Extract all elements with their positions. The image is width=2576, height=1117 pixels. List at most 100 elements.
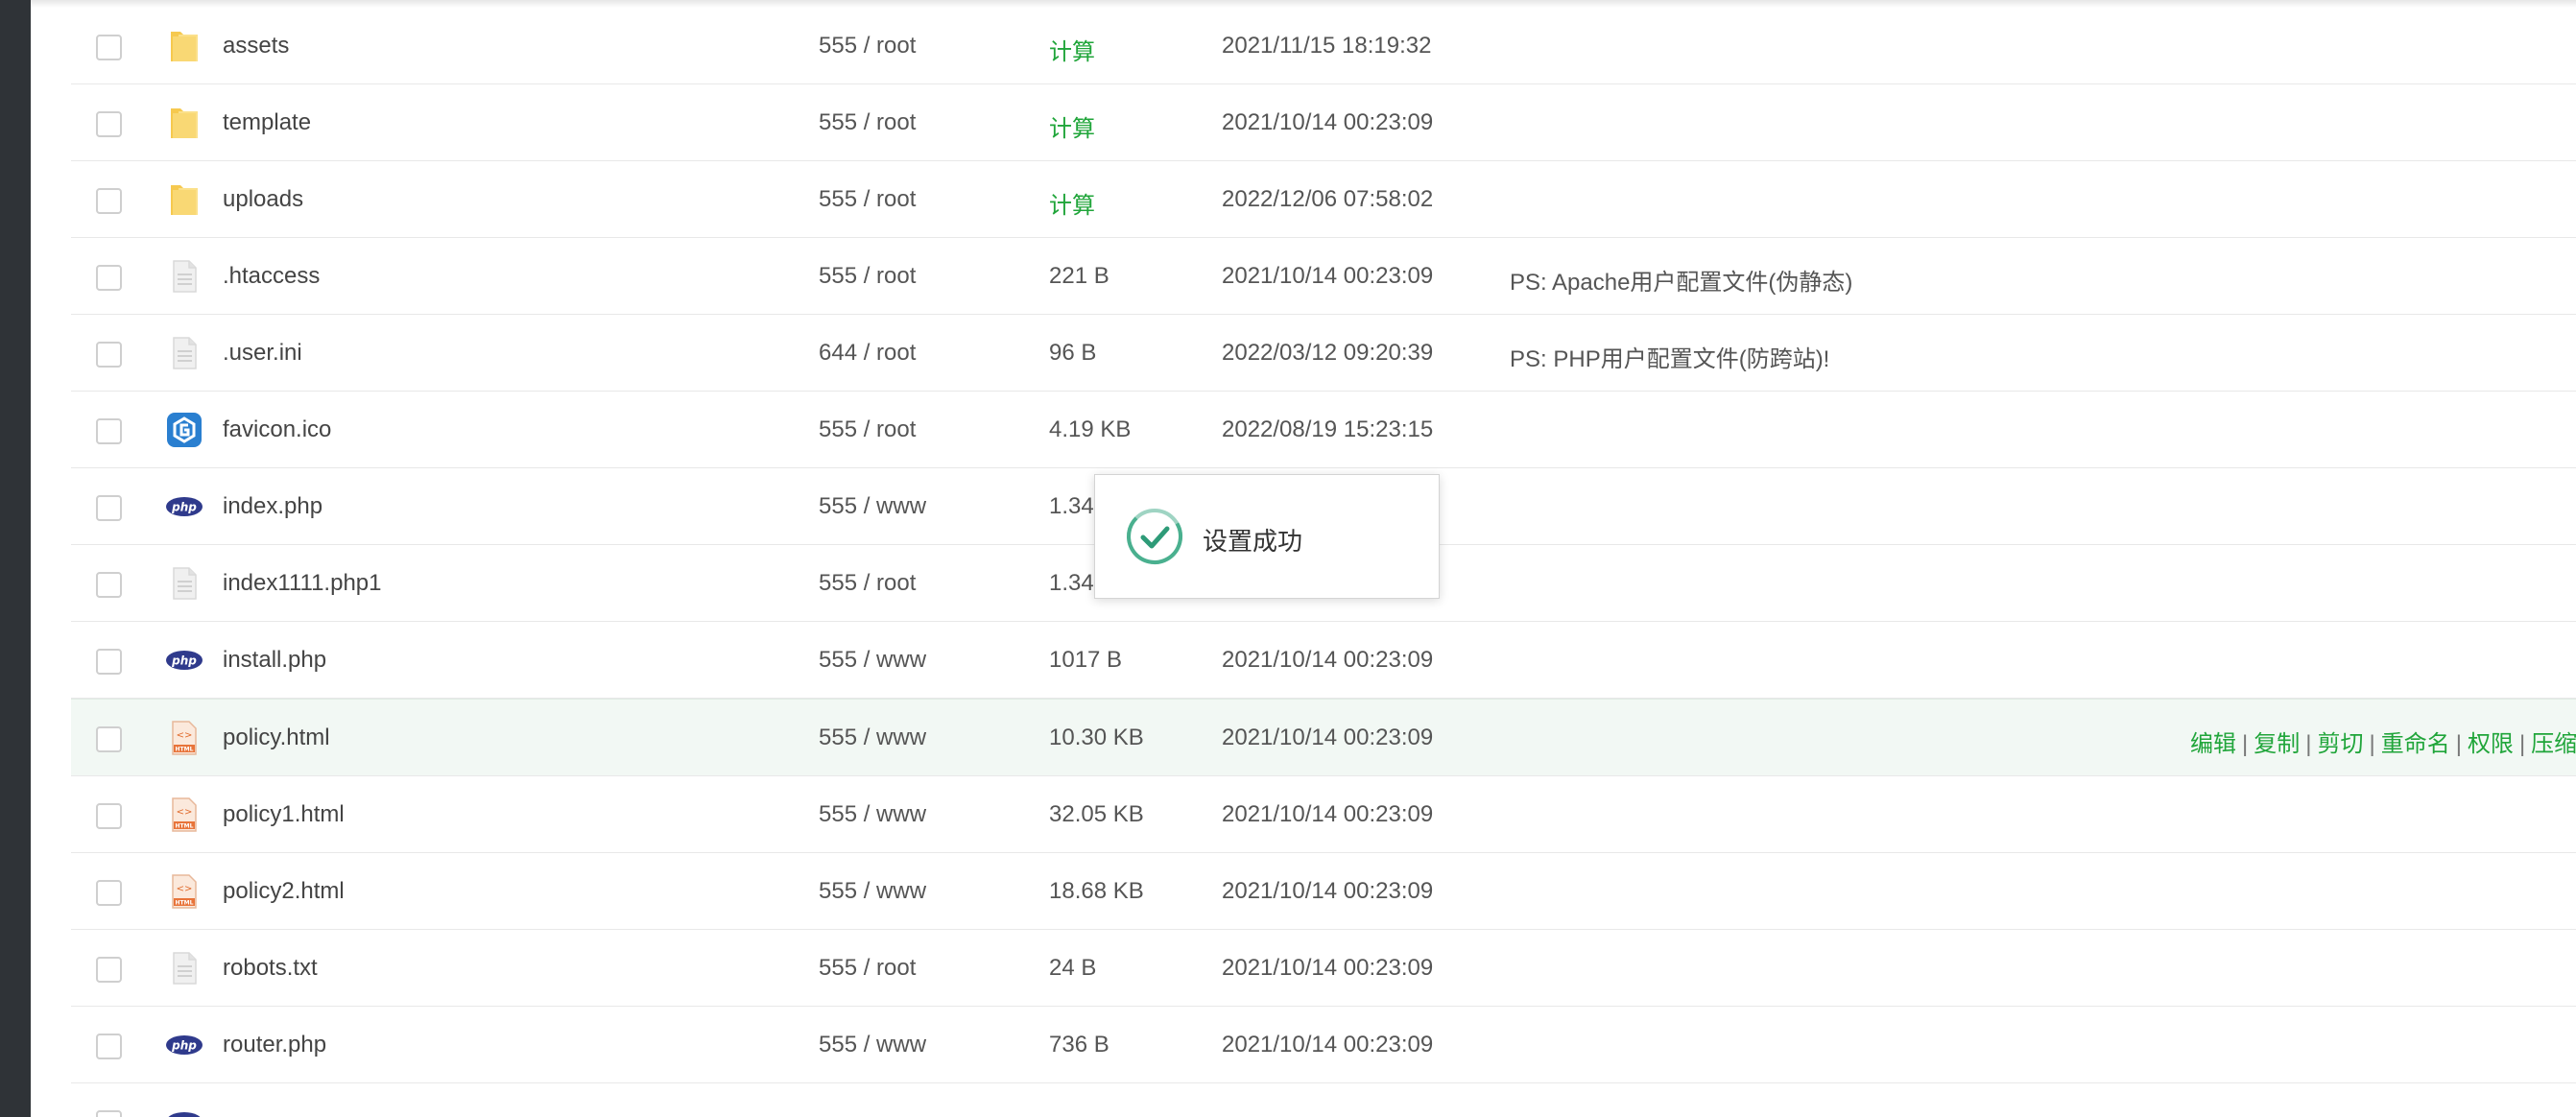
file-name[interactable]: .htaccess: [223, 263, 320, 290]
file-row[interactable]: <> HTML policy2.html 555 / www 18.68 KB 2021/…: [71, 853, 2576, 930]
file-name[interactable]: install.php: [223, 647, 326, 674]
file-permission[interactable]: 555 / www: [819, 1032, 926, 1058]
sidebar-edge: [0, 0, 31, 1117]
file-size: 221 B: [1049, 263, 1109, 289]
calculate-size-link[interactable]: 计算: [1049, 33, 1095, 66]
file-name[interactable]: robots.txt: [223, 955, 318, 982]
html-file-icon: <> HTML: [165, 719, 203, 757]
file-manager-screen: assets 555 / root 计算 2021/11/15 18:19:32 tem…: [0, 0, 2576, 1117]
file-modified-time: 2021/10/14 00:23:09: [1222, 725, 1434, 750]
file-modified-time: 2021/10/14 00:23:09: [1222, 878, 1434, 904]
row-checkbox[interactable]: [96, 803, 122, 829]
check-circle-icon: [1124, 506, 1185, 567]
file-row[interactable]: favicon.ico 555 / root 4.19 KB 2022/08/19 1…: [71, 392, 2576, 468]
file-permission[interactable]: 555 / root: [819, 955, 916, 982]
file-name[interactable]: .user.ini: [223, 340, 302, 367]
file-size: 1.34: [1049, 493, 1094, 519]
row-checkbox[interactable]: [96, 418, 122, 444]
row-actions: 编辑 | 复制 | 剪切 | 重命名 | 权限 | 压缩: [2190, 725, 2576, 758]
file-permission[interactable]: 555 / root: [819, 109, 916, 136]
row-checkbox[interactable]: [96, 188, 122, 214]
svg-text:<>: <>: [177, 807, 193, 818]
file-row[interactable]: uploads 555 / root 计算 2022/12/06 07:58:02: [71, 161, 2576, 238]
row-action-link[interactable]: 剪切: [2317, 731, 2363, 757]
file-modified-time: 2022/12/06 07:58:02: [1222, 186, 1434, 212]
file-size: 18.68 KB: [1049, 878, 1144, 904]
svg-text:HTML: HTML: [176, 747, 194, 753]
file-permission[interactable]: 555 / root: [819, 263, 916, 290]
file-permission[interactable]: 555 / www: [819, 878, 926, 905]
svg-text:php: php: [171, 1039, 197, 1053]
file-row[interactable]: php: [71, 1083, 2576, 1117]
action-separator: |: [2369, 731, 2375, 757]
row-checkbox[interactable]: [96, 35, 122, 60]
file-modified-time: 2021/10/14 00:23:09: [1222, 647, 1434, 673]
row-checkbox[interactable]: [96, 1110, 122, 1117]
file-row[interactable]: <> HTML policy1.html 555 / www 32.05 KB 2021/…: [71, 776, 2576, 853]
file-permission[interactable]: 555 / root: [819, 570, 916, 597]
file-permission[interactable]: 555 / root: [819, 33, 916, 59]
action-separator: |: [2518, 731, 2526, 757]
file-permission[interactable]: 555 / root: [819, 416, 916, 443]
file-modified-time: 2022/03/12 09:20:39: [1222, 340, 1434, 366]
file-row[interactable]: .user.ini 644 / root 96 B 2022/03/12 09:20:…: [71, 315, 2576, 392]
header-shadow: [31, 0, 2576, 8]
text-file-icon: [165, 257, 203, 296]
file-row[interactable]: php install.php 555 / www 1017 B 2021/10/14 …: [71, 622, 2576, 699]
html-file-icon: <> HTML: [165, 872, 203, 911]
file-name[interactable]: template: [223, 109, 311, 136]
file-permission[interactable]: 555 / www: [819, 725, 926, 751]
svg-text:<>: <>: [177, 884, 193, 894]
file-name[interactable]: policy1.html: [223, 801, 345, 828]
row-action-link[interactable]: 复制: [2254, 731, 2300, 757]
file-permission[interactable]: 555 / www: [819, 493, 926, 520]
row-checkbox[interactable]: [96, 957, 122, 983]
action-separator: |: [2305, 731, 2312, 757]
file-row[interactable]: robots.txt 555 / root 24 B 2021/10/14 00:23…: [71, 930, 2576, 1007]
row-action-link[interactable]: 权限: [2468, 731, 2514, 757]
file-permission[interactable]: 644 / root: [819, 340, 916, 367]
file-row[interactable]: <> HTML policy.html 555 / www 10.30 KB 2021/1…: [71, 699, 2576, 776]
file-name[interactable]: policy2.html: [223, 878, 345, 905]
text-file-icon: [165, 949, 203, 987]
file-row[interactable]: template 555 / root 计算 2021/10/14 00:23:09: [71, 84, 2576, 161]
file-name[interactable]: favicon.ico: [223, 416, 331, 443]
row-checkbox[interactable]: [96, 111, 122, 137]
row-action-link[interactable]: 编辑: [2190, 731, 2236, 757]
file-row[interactable]: assets 555 / root 计算 2021/11/15 18:19:32: [71, 8, 2576, 84]
file-size: 32.05 KB: [1049, 801, 1144, 827]
file-name[interactable]: index.php: [223, 493, 322, 520]
file-row[interactable]: php router.php 555 / www 736 B 2021/10/14 00…: [71, 1007, 2576, 1083]
calculate-size-link[interactable]: 计算: [1049, 109, 1095, 143]
svg-text:HTML: HTML: [176, 900, 194, 907]
file-permission[interactable]: 555 / www: [819, 801, 926, 828]
file-row[interactable]: .htaccess 555 / root 221 B 2021/10/14 00:23…: [71, 238, 2576, 315]
file-name[interactable]: index1111.php1: [223, 570, 381, 597]
row-checkbox[interactable]: [96, 880, 122, 906]
text-file-icon: [165, 564, 203, 603]
file-remark: PS: Apache用户配置文件(伪静态): [1510, 270, 1853, 296]
file-modified-time: 2021/11/15 18:19:32: [1222, 33, 1432, 59]
file-name[interactable]: assets: [223, 33, 289, 59]
row-checkbox[interactable]: [96, 265, 122, 291]
html-file-icon: <> HTML: [165, 796, 203, 834]
file-modified-time: 2021/10/14 00:23:09: [1222, 109, 1434, 135]
row-action-link[interactable]: 重命名: [2381, 731, 2450, 757]
calculate-size-link[interactable]: 计算: [1049, 186, 1095, 220]
row-checkbox[interactable]: [96, 495, 122, 521]
file-name[interactable]: router.php: [223, 1032, 326, 1058]
row-checkbox[interactable]: [96, 1034, 122, 1059]
php-file-icon: php: [165, 487, 203, 526]
row-action-link[interactable]: 压缩: [2531, 731, 2576, 757]
row-checkbox[interactable]: [96, 726, 122, 752]
row-checkbox[interactable]: [96, 342, 122, 368]
file-modified-time: 2021/10/14 00:23:09: [1222, 263, 1434, 289]
file-name[interactable]: uploads: [223, 186, 303, 213]
file-size: 4.19 KB: [1049, 416, 1132, 442]
file-name[interactable]: policy.html: [223, 725, 330, 751]
file-permission[interactable]: 555 / www: [819, 647, 926, 674]
row-checkbox[interactable]: [96, 572, 122, 598]
folder-icon: [165, 27, 203, 65]
row-checkbox[interactable]: [96, 649, 122, 675]
file-permission[interactable]: 555 / root: [819, 186, 916, 213]
